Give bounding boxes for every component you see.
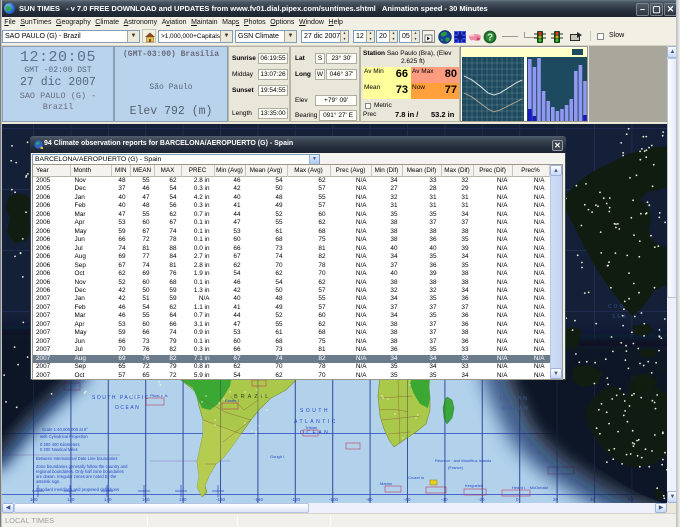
svg-text:Kerguelen: Kerguelen (465, 483, 483, 488)
svg-text:INDIAN: INDIAN (500, 396, 529, 402)
svg-text:SEA: SEA (612, 314, 628, 320)
svg-text:?: ? (487, 33, 493, 44)
svg-text:with Cylindrical Projection: with Cylindrical Projection (40, 434, 88, 439)
svg-text:-80: -80 (366, 497, 373, 502)
svg-text:Pitcairn Is: Pitcairn Is (150, 393, 168, 398)
svg-text:Crozet Is: Crozet Is (408, 475, 424, 480)
svg-text:SOUTH PACIFIC: SOUTH PACIFIC (92, 395, 150, 401)
svg-text:Gough I.: Gough I. (270, 454, 285, 459)
svg-text:Scale 1:40,000,000 at 0°: Scale 1:40,000,000 at 0° (42, 427, 88, 432)
svg-text:Marion: Marion (380, 481, 392, 486)
svg-text:asterisk sign.: asterisk sign. (36, 479, 60, 484)
svg-text:Reunion · and Mauritius Island: Reunion · and Mauritius Islands (435, 458, 491, 463)
svg-text:100: 100 (30, 497, 38, 502)
svg-text:Tristan: Tristan (305, 425, 317, 430)
svg-text:Easter I.: Easter I. (225, 398, 240, 403)
svg-text:Between International Date Lin: Between International Date Line boundari… (36, 456, 117, 461)
svg-text:SOUTH: SOUTH (300, 408, 330, 414)
svg-text:-100: -100 (329, 497, 339, 502)
svg-text:(France): (France) (448, 465, 464, 470)
svg-text:OCEAN: OCEAN (502, 406, 530, 412)
svg-text:-140: -140 (254, 497, 264, 502)
svg-text:0 200 Nautical Miles: 0 200 Nautical Miles (40, 447, 78, 452)
svg-text:-20: -20 (478, 497, 485, 502)
svg-text:OCEAN: OCEAN (115, 405, 140, 411)
svg-text:OCEAN: OCEAN (300, 430, 330, 436)
svg-text:20: 20 (553, 497, 559, 502)
svg-text:Heard I. · McDonald: Heard I. · McDonald (512, 485, 548, 490)
